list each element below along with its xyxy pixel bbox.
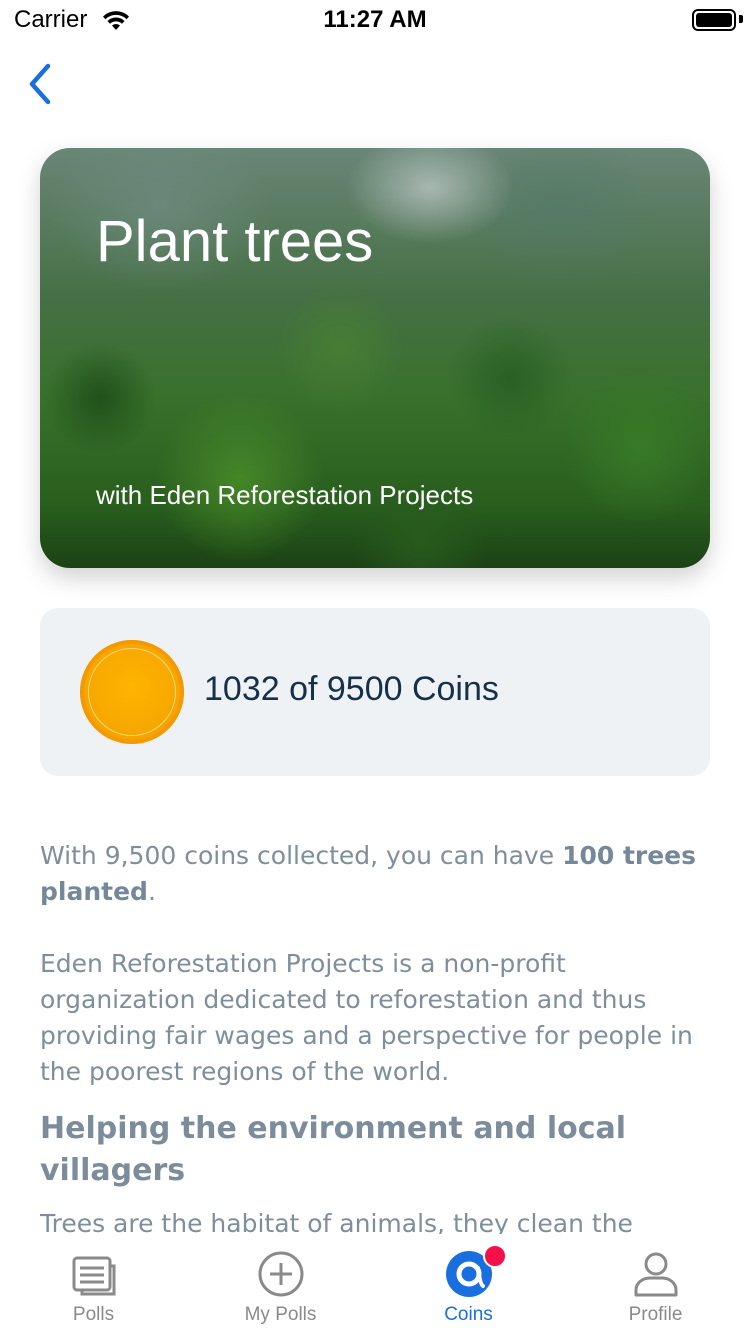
description-paragraph-1: With 9,500 coins collected, you can have… [40, 838, 710, 910]
hero-card: Plant trees with Eden Reforestation Proj… [40, 148, 710, 568]
description-p1-end: . [147, 877, 156, 906]
tab-my-polls[interactable]: My Polls [187, 1244, 374, 1334]
battery-icon [692, 9, 736, 31]
tab-coins-label: Coins [444, 1304, 493, 1325]
plus-circle-icon [258, 1251, 303, 1297]
tab-polls[interactable]: Polls [0, 1244, 187, 1334]
notification-badge [483, 1244, 507, 1268]
description-paragraph-2: Eden Reforestation Projects is a non-pro… [40, 949, 693, 1086]
coin-icon [80, 640, 184, 744]
description-p1-start: With 9,500 coins collected, you can have [40, 841, 563, 870]
section-heading: Helping the environment and local villag… [40, 1111, 627, 1188]
hero-title: Plant trees [96, 209, 374, 274]
tab-coins[interactable]: Coins [375, 1244, 562, 1334]
description: With 9,500 coins collected, you can have… [40, 838, 710, 1126]
back-button[interactable] [22, 60, 62, 108]
tab-polls-label: Polls [72, 1304, 115, 1325]
battery-tip [739, 15, 743, 23]
coins-progress-text: 1032 of 9500 Coins [204, 670, 499, 708]
tab-profile[interactable]: Profile [562, 1244, 749, 1334]
status-bar: Carrier 11:27 AM [0, 0, 750, 40]
polls-icon [72, 1256, 115, 1296]
chevron-left-icon [29, 63, 51, 105]
tab-my-polls-label: My Polls [244, 1304, 317, 1325]
tab-bar: Polls My Polls Coins Profile [0, 1234, 750, 1334]
hero-subtitle: with Eden Reforestation Projects [96, 480, 474, 510]
profile-icon [634, 1252, 677, 1297]
clock: 11:27 AM [323, 6, 427, 33]
coins-card: 1032 of 9500 Coins [40, 608, 710, 776]
tab-profile-label: Profile [628, 1304, 683, 1325]
